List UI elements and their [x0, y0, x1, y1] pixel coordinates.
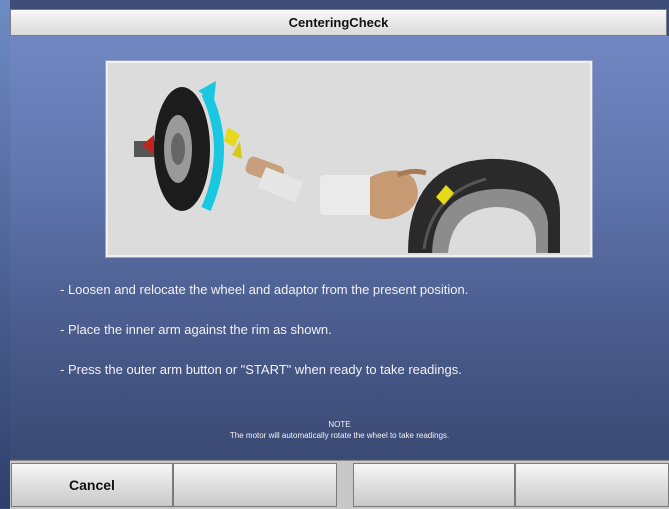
function-key-3[interactable]: [353, 463, 515, 507]
centering-illustration: [106, 61, 592, 257]
note-text: The motor will automatically rotate the …: [229, 431, 450, 440]
balancer-wheel-icon: [134, 81, 224, 211]
function-key-bar: Cancel: [10, 460, 669, 509]
hand-pointer-icon: [320, 168, 427, 220]
wheel-illustration-graphic: [134, 81, 560, 253]
window-title: CenteringCheck: [10, 9, 667, 36]
function-key-2[interactable]: [173, 463, 337, 507]
function-key-4[interactable]: [515, 463, 669, 507]
instruction-line-2: - Place the inner arm against the rim as…: [60, 322, 332, 337]
inner-arm-sensor-icon: [224, 127, 304, 203]
instruction-line-1: - Loosen and relocate the wheel and adap…: [60, 282, 469, 297]
main-panel: - Loosen and relocate the wheel and adap…: [10, 36, 669, 458]
note-heading: NOTE: [328, 420, 351, 429]
cancel-button[interactable]: Cancel: [11, 463, 173, 507]
instruction-line-3: - Press the outer arm button or "START" …: [60, 362, 462, 377]
tire-closeup-icon: [408, 158, 560, 253]
left-edge-strip: [0, 0, 10, 508]
